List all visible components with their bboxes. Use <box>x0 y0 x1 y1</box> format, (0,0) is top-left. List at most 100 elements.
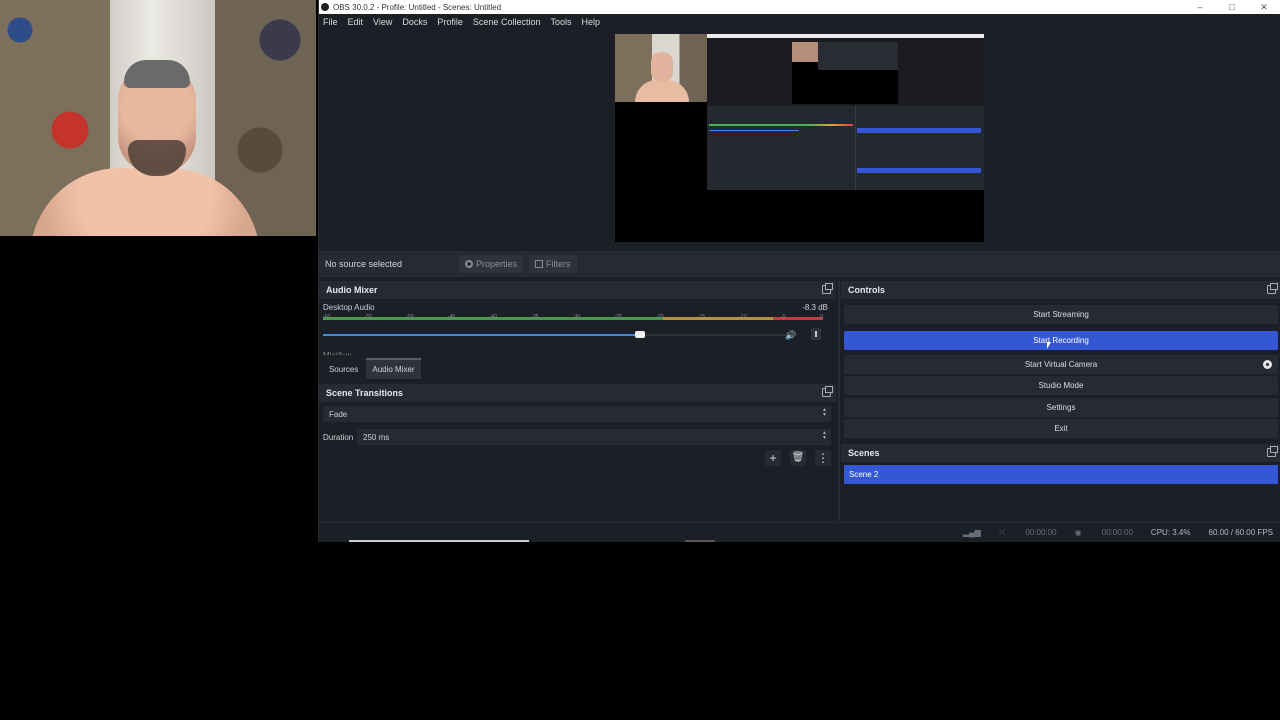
nested-webcam <box>792 42 818 62</box>
tick: -25 <box>614 314 622 320</box>
menu-bar: File Edit View Docks Profile Scene Colle… <box>319 14 1280 29</box>
window-title: OBS 30.0.2 - Profile: Untitled - Scenes:… <box>333 2 502 12</box>
menu-file[interactable]: File <box>323 17 338 27</box>
channel-name: Desktop Audio <box>323 303 375 312</box>
rec-time: ◉ 00:00:00 <box>1074 528 1133 537</box>
channel-menu-icon[interactable] <box>811 328 821 340</box>
properties-label: Properties <box>476 259 518 269</box>
start-streaming-button[interactable]: Start Streaming <box>844 305 1278 324</box>
dock-divider[interactable] <box>838 281 840 521</box>
volume-slider[interactable] <box>323 331 789 338</box>
mouse-cursor-icon <box>1047 342 1051 349</box>
start-virtual-camera-button[interactable]: Start Virtual Camera <box>844 355 1278 374</box>
duration-input[interactable]: 250 ms ▲ ▼ <box>357 429 831 445</box>
filters-button[interactable]: Filters <box>529 255 577 273</box>
menu-help[interactable]: Help <box>581 17 600 27</box>
duration-value: 250 ms <box>363 432 390 442</box>
studio-mode-button[interactable]: Studio Mode <box>844 376 1278 395</box>
controls-header: Controls <box>841 281 1280 299</box>
tick: -60 <box>323 314 331 320</box>
speaker-icon[interactable]: 🔊 <box>785 330 796 341</box>
tick: -15 <box>697 314 706 320</box>
add-icon[interactable]: + <box>765 450 781 466</box>
signal-icon: ▂▄▆ <box>962 528 981 537</box>
transition-value: Fade <box>329 409 348 419</box>
webcam-overlay <box>0 0 316 236</box>
scene-transitions-dock: Scene Transitions Fade ▲ ▼ Duration 250 m… <box>319 384 836 520</box>
scenes-title: Scenes <box>848 448 880 458</box>
tab-sources[interactable]: Sources <box>323 360 364 379</box>
maximize-button[interactable]: □ <box>1216 2 1248 12</box>
stream-time-value: 00:00:00 <box>1025 527 1057 537</box>
tick: -50 <box>406 314 414 320</box>
nested-meter <box>709 124 853 126</box>
menu-edit[interactable]: Edit <box>348 17 364 27</box>
menu-scene-collection[interactable]: Scene Collection <box>473 17 541 27</box>
more-options-icon[interactable]: ⋮ <box>815 450 831 466</box>
duration-label: Duration <box>323 433 354 442</box>
scenes-dock: Scenes Scene 2 <box>841 444 1280 520</box>
tick: -20 <box>656 314 664 320</box>
screen: OBS 30.0.2 - Profile: Untitled - Scenes:… <box>0 0 1280 720</box>
tick: -5 <box>781 314 786 320</box>
undock-icon[interactable] <box>822 283 833 294</box>
nested-preview <box>792 42 898 104</box>
audio-mixer-header: Audio Mixer <box>319 281 836 299</box>
preview-nested-capture <box>707 34 984 190</box>
settings-button[interactable]: Settings <box>844 398 1278 417</box>
menu-profile[interactable]: Profile <box>437 17 463 27</box>
nested-docks <box>707 106 984 190</box>
volume-fill <box>323 334 640 336</box>
second-channel-name: Mic/Aux <box>323 351 351 355</box>
chevron-updown-icon[interactable]: ▲ ▼ <box>822 431 827 441</box>
controls-dock: Controls Start Streaming Start Recording… <box>841 281 1280 441</box>
close-button[interactable]: ✕ <box>1248 2 1280 13</box>
start-recording-button[interactable]: Start Recording <box>844 331 1278 350</box>
status-bar: ▂▄▆ ⤫ 00:00:00 ◉ 00:00:00 CPU: 3.4% 60.0… <box>319 522 1280 542</box>
minimize-button[interactable]: – <box>1184 2 1216 12</box>
transition-select[interactable]: Fade ▲ ▼ <box>323 406 831 422</box>
preview-canvas[interactable] <box>615 34 984 242</box>
menu-tools[interactable]: Tools <box>550 17 571 27</box>
source-toolbar: No source selected Properties Filters <box>319 251 1280 277</box>
undock-icon[interactable] <box>1267 283 1278 294</box>
gear-icon[interactable] <box>1263 360 1272 369</box>
obs-logo-icon <box>321 3 329 11</box>
nested-title-bar <box>707 34 984 38</box>
controls-title: Controls <box>848 285 885 295</box>
nested-slider <box>709 130 799 131</box>
nested-divider <box>855 106 856 190</box>
stream-time: ⤫ 00:00:00 <box>998 527 1057 537</box>
menu-docks[interactable]: Docks <box>402 17 427 27</box>
tick: -30 <box>572 314 581 320</box>
gear-icon <box>465 260 473 268</box>
scene-transitions-title: Scene Transitions <box>326 388 404 398</box>
dock-tabs: Sources Audio Mixer <box>319 357 836 379</box>
chevron-updown-icon: ▲ ▼ <box>822 407 827 418</box>
rec-time-value: 00:00:00 <box>1101 528 1133 537</box>
undock-icon[interactable] <box>822 386 833 397</box>
scrollbar-secondary[interactable] <box>685 540 715 542</box>
scene-item[interactable]: Scene 2 <box>844 465 1278 484</box>
menu-view[interactable]: View <box>373 17 392 27</box>
filter-icon <box>535 260 544 268</box>
channel-db: -8.3 dB <box>802 303 828 312</box>
exit-button[interactable]: Exit <box>844 419 1278 438</box>
tab-audio-mixer[interactable]: Audio Mixer <box>366 358 421 379</box>
tick: -35 <box>531 314 539 320</box>
no-source-label: No source selected <box>325 259 403 269</box>
volume-knob[interactable] <box>634 331 645 338</box>
audio-mixer-title: Audio Mixer <box>326 285 378 295</box>
preview-webcam-source <box>615 34 707 102</box>
properties-button[interactable]: Properties <box>459 255 524 273</box>
filters-label: Filters <box>546 259 571 269</box>
tick: -55 <box>364 314 372 320</box>
scene-transitions-header: Scene Transitions <box>319 384 836 402</box>
nested-window <box>818 42 898 70</box>
meter-ticks: -60 -55 -50 -45 -40 -35 -30 -25 -20 -15 … <box>323 314 823 321</box>
tick: -10 <box>739 314 747 320</box>
undock-icon[interactable] <box>1267 446 1278 457</box>
trash-icon[interactable]: 🗑 <box>790 450 806 466</box>
title-bar: OBS 30.0.2 - Profile: Untitled - Scenes:… <box>319 0 1280 14</box>
scrollbar[interactable] <box>349 540 529 542</box>
